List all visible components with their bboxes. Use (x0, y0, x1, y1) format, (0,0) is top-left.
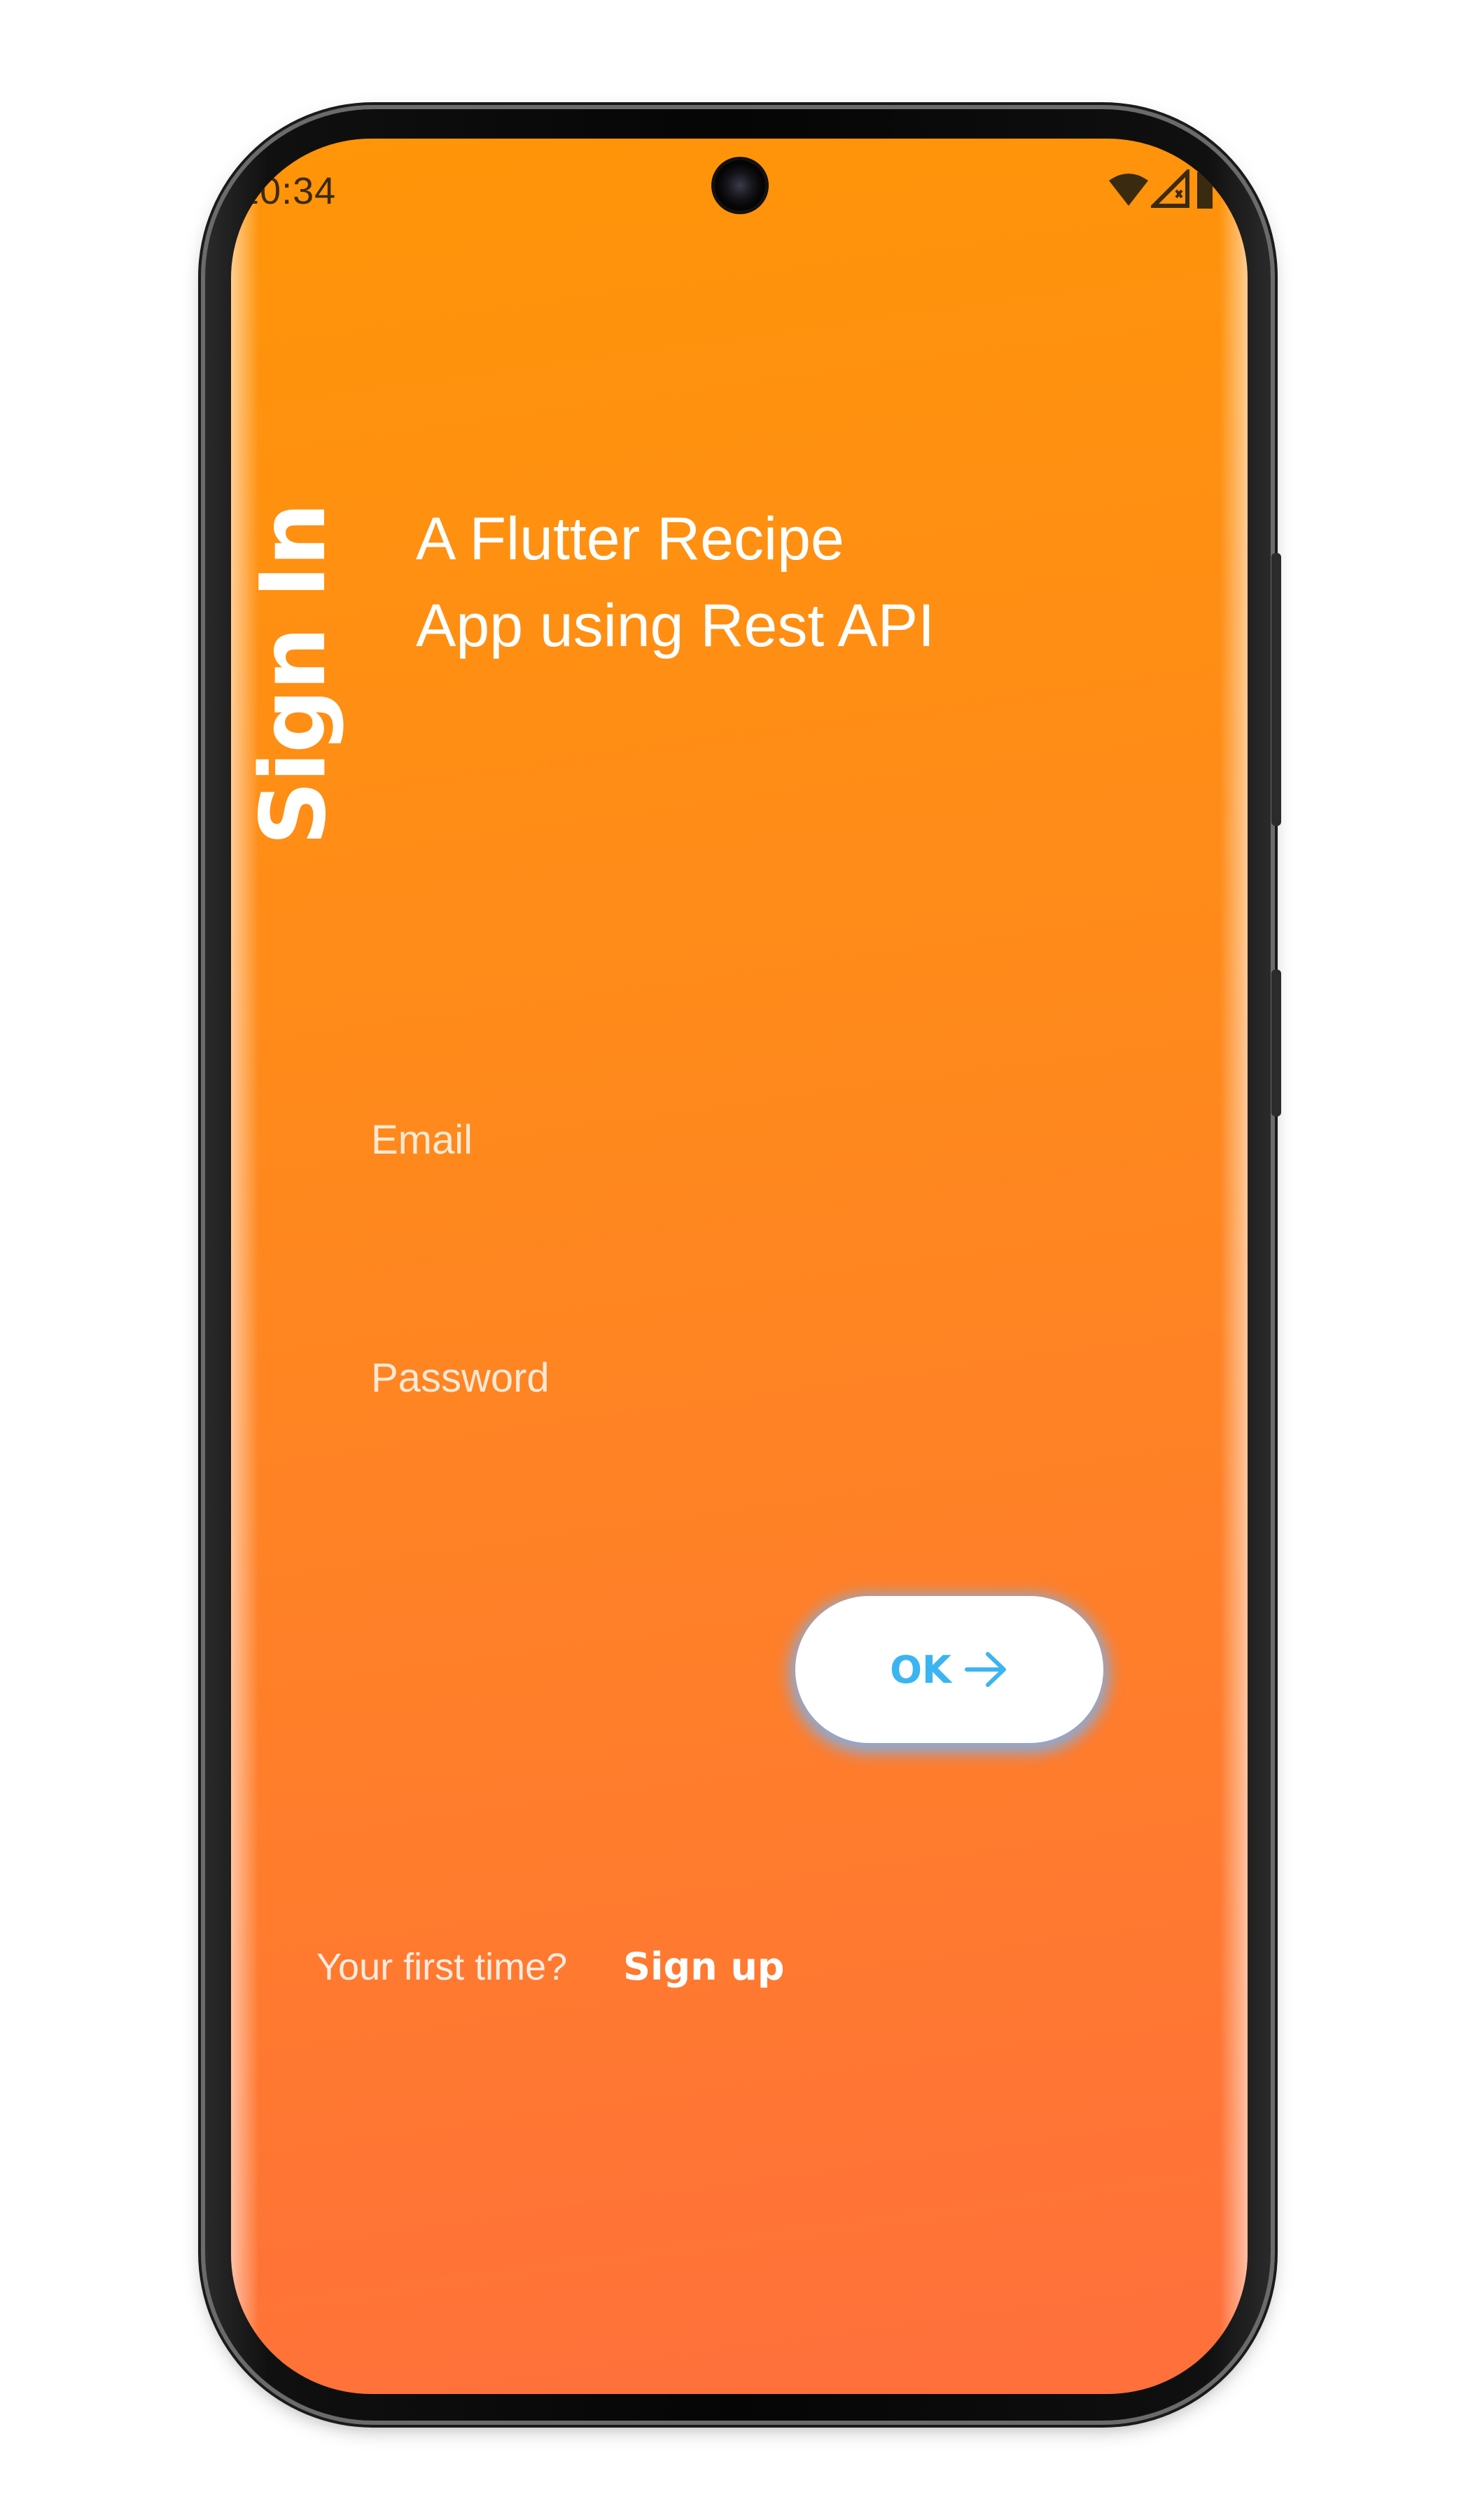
volume-button (1271, 553, 1281, 826)
app-screen: 10:34 Sign In A Flutter Recipe App using… (231, 139, 1248, 2394)
cellular-signal-icon (1151, 169, 1189, 208)
password-field[interactable] (371, 1336, 1001, 1420)
signup-row: Your first time? Sign up (316, 1945, 785, 1989)
battery-icon (1197, 168, 1213, 209)
sign-in-title: Sign In (242, 503, 346, 846)
wifi-icon (1109, 174, 1148, 206)
app-heading: A Flutter Recipe App using Rest API (416, 505, 935, 659)
ok-button[interactable]: OK (795, 1596, 1103, 1743)
password-input[interactable] (371, 1336, 1001, 1420)
email-input[interactable] (371, 1098, 1001, 1182)
status-icons (1108, 168, 1220, 210)
front-camera (714, 160, 766, 211)
first-time-text: Your first time? (316, 1945, 568, 1988)
arrow-right-icon (964, 1651, 1009, 1688)
signup-link[interactable]: Sign up (623, 1945, 784, 1989)
ok-label: OK (890, 1647, 951, 1692)
status-time: 10:34 (238, 170, 337, 212)
power-button (1271, 969, 1281, 1116)
email-field[interactable] (371, 1098, 1001, 1182)
